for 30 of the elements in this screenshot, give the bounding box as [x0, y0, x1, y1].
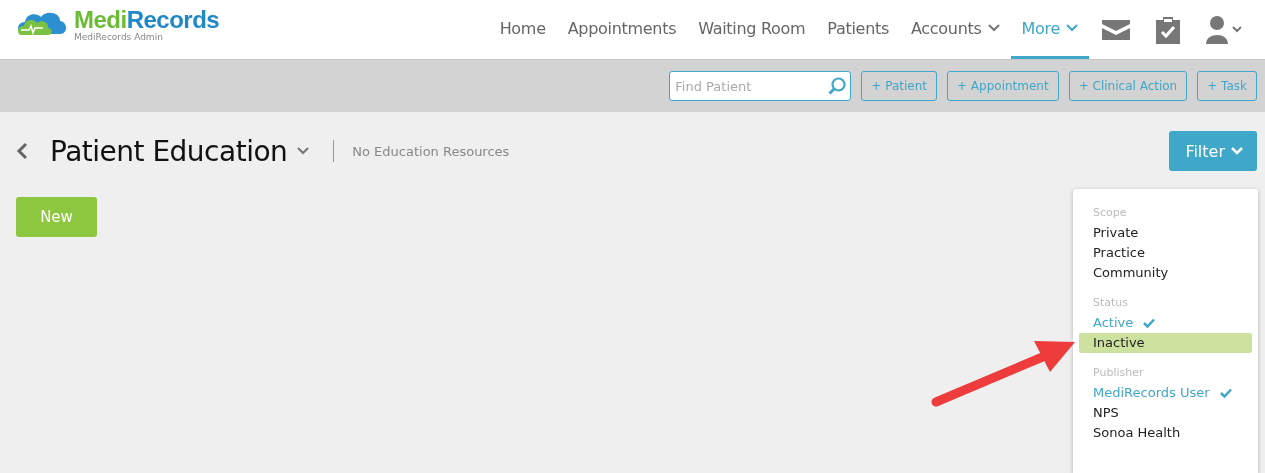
filter-option[interactable]: NPS — [1079, 403, 1252, 423]
nav-link[interactable]: Appointments — [556, 0, 688, 59]
checkmark-icon — [1143, 318, 1156, 328]
nav-link[interactable]: Home — [488, 0, 557, 59]
menu-heading: Scope — [1092, 205, 1128, 221]
filter-option[interactable]: Private — [1079, 223, 1252, 243]
resource-count: No Education Resources — [352, 143, 510, 159]
menu-heading: Publisher — [1092, 365, 1145, 381]
search-icon — [828, 77, 847, 95]
filter-option[interactable]: Sonoa Health — [1079, 423, 1252, 443]
back-icon[interactable] — [16, 142, 28, 160]
filter-option[interactable]: Community — [1079, 263, 1252, 283]
nav-link[interactable]: Waiting Room — [687, 0, 817, 59]
logo-wordmark: MediRecords — [74, 7, 220, 32]
caret-icon — [987, 24, 1000, 32]
logo-subtitle: MediRecords Admin — [74, 31, 164, 42]
user-menu-icon[interactable] — [1206, 15, 1244, 44]
find-patient-field[interactable]: Find Patient — [669, 71, 852, 101]
page-title: Patient Education — [50, 134, 288, 168]
mail-icon[interactable] — [1102, 19, 1130, 40]
filter-option[interactable]: Practice — [1079, 243, 1252, 263]
clipboard-check-icon[interactable] — [1156, 15, 1180, 44]
nav-link[interactable]: Patients — [816, 0, 900, 59]
caret-icon — [1231, 147, 1243, 155]
caret-icon — [1066, 24, 1078, 32]
filter-option[interactable]: Inactive — [1079, 333, 1252, 353]
caret-icon[interactable] — [297, 147, 310, 155]
checkmark-icon — [1219, 388, 1232, 398]
menu-heading: Status — [1092, 295, 1130, 311]
nav-link[interactable]: Accounts — [900, 0, 1011, 59]
